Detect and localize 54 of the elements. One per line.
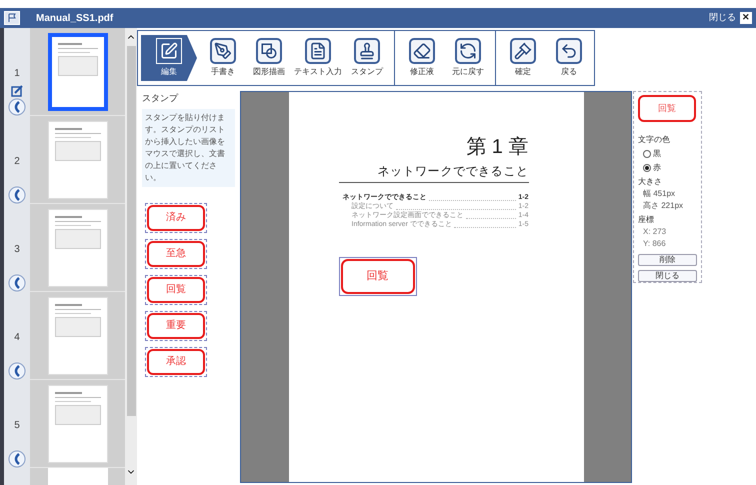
page-number: 3 — [14, 243, 20, 257]
close-label[interactable]: 閉じる — [709, 11, 736, 25]
pen-icon — [214, 42, 232, 60]
close-panel-button[interactable]: 閉じる — [638, 270, 697, 282]
radio-label: 赤 — [653, 162, 661, 174]
placed-stamp[interactable]: 回覧 — [338, 257, 416, 296]
help-text: スタンプを貼り付けます。スタンプのリストから挿入したい画像をマウスで選択し、文書の上に置いてください。 — [142, 108, 235, 186]
undo-icon — [560, 42, 578, 60]
stamp-option[interactable]: 至急 — [145, 238, 207, 268]
page-number: 2 — [14, 155, 20, 169]
stamp-option[interactable]: 重要 — [145, 310, 207, 340]
scrollbar[interactable] — [125, 28, 137, 485]
page-number: 4 — [14, 331, 20, 345]
toolbar-button[interactable]: 元に戻す — [445, 35, 491, 81]
stamp-option[interactable]: 済み — [145, 202, 207, 232]
toolbar-button[interactable]: 修正液 — [399, 35, 445, 81]
delete-button[interactable]: 削除 — [638, 254, 697, 266]
window-title: Manual_SS1.pdf — [36, 12, 114, 26]
toolbar-button[interactable]: スタンプ — [344, 35, 390, 81]
close-button[interactable]: ✕ — [740, 12, 752, 24]
x-value: X: 273 — [642, 226, 668, 238]
size-label: 大きさ — [638, 176, 663, 188]
radio-label: 黒 — [653, 148, 661, 160]
radio-button[interactable] — [643, 164, 651, 172]
eraser-icon — [413, 42, 431, 60]
chapter-heading: ネットワークでできること — [377, 163, 528, 180]
position-label: 座標 — [638, 214, 655, 226]
stamp-icon — [358, 42, 376, 60]
toolbar-button[interactable]: 確定 — [500, 35, 546, 81]
height-value: 高さ 221px — [642, 200, 684, 212]
page-number: 1 — [14, 67, 20, 81]
toolbar-button[interactable]: 編集 — [141, 35, 197, 81]
toolbar-button[interactable]: 手書き — [200, 35, 246, 81]
stamp-preview: 回覧 — [638, 95, 696, 122]
refresh-icon — [459, 42, 477, 60]
page-number: 5 — [14, 419, 20, 433]
radio-button[interactable] — [643, 150, 651, 158]
gavel-icon — [514, 42, 532, 60]
toolbar-button[interactable]: 図形描画 — [246, 35, 292, 81]
width-value: 幅 451px — [642, 188, 676, 200]
shapes-icon — [260, 42, 278, 60]
stamp-option[interactable]: 承認 — [145, 346, 207, 376]
toolbar-button[interactable]: テキスト入力 — [292, 35, 344, 81]
stamp-option[interactable]: 回覧 — [145, 274, 207, 304]
toolbar-button[interactable]: 戻る — [546, 35, 592, 81]
y-value: Y: 866 — [642, 238, 667, 250]
flag-icon — [4, 11, 20, 25]
color-label: 文字の色 — [638, 134, 671, 146]
document-icon — [309, 42, 327, 60]
panel-title: スタンプ — [142, 92, 180, 105]
edit-icon — [160, 42, 178, 60]
page-thumbnail[interactable] — [48, 32, 108, 110]
edited-icon — [11, 85, 23, 97]
chapter-title: 第 1 章 — [466, 135, 528, 160]
